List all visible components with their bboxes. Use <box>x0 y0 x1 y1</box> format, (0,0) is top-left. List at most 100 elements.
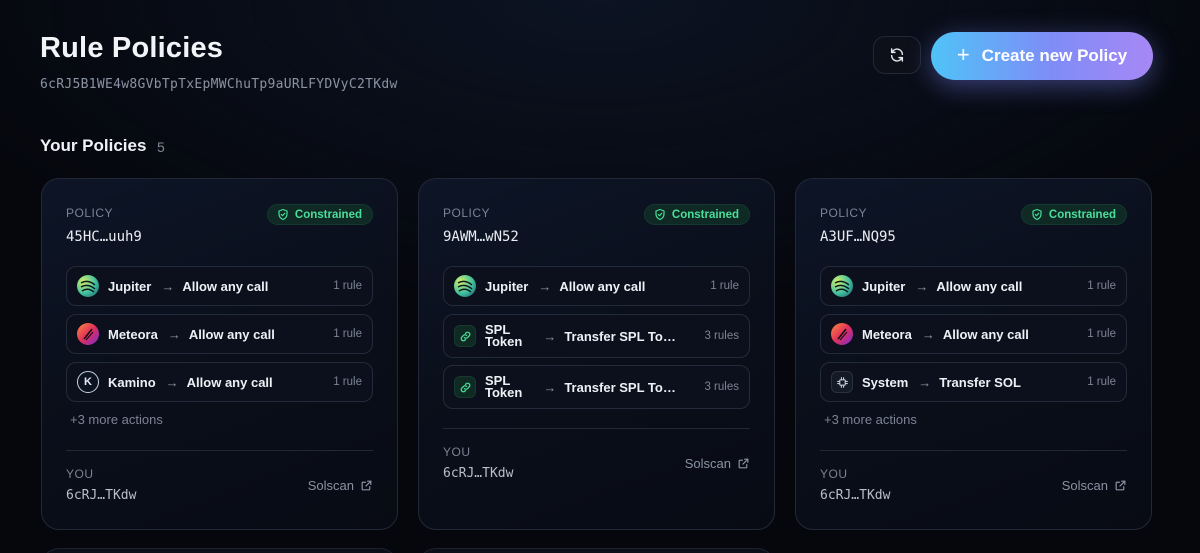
policy-action-row[interactable]: Meteora → Allow any call 1 rule <box>820 314 1127 354</box>
policy-action-row[interactable]: Jupiter → Allow any call 1 rule <box>66 266 373 306</box>
arrow-right-icon: → <box>538 278 552 294</box>
chip-icon <box>831 371 853 393</box>
card-divider <box>443 428 750 429</box>
arrow-right-icon: → <box>165 374 179 390</box>
policy-action-row[interactable]: Meteora → Allow any call 1 rule <box>66 314 373 354</box>
more-actions-link[interactable]: +3 more actions <box>70 412 163 427</box>
policy-action-row[interactable]: K Kamino → Allow any call 1 rule <box>66 362 373 402</box>
policy-card-partial[interactable] <box>418 548 775 553</box>
owner-id: 6cRJ…TKdw <box>66 488 137 503</box>
rule-count: 1 rule <box>333 376 362 388</box>
owner-id: 6cRJ…TKdw <box>820 488 891 503</box>
solscan-label: Solscan <box>307 478 354 493</box>
wallet-address: 6cRJ5B1WE4w8GVbTpTxEpMWChuTp9aURLFYDVyC2… <box>40 77 398 92</box>
arrow-right-icon: → <box>543 328 557 344</box>
meteora-icon <box>77 323 99 345</box>
arrow-right-icon: → <box>915 278 929 294</box>
external-link-icon <box>738 458 749 469</box>
program-name: Jupiter <box>485 278 529 294</box>
rule-count: 3 rules <box>704 381 739 393</box>
program-name: Meteora <box>108 326 158 342</box>
action-name: Transfer SPL Tok… <box>564 328 683 344</box>
link-icon <box>454 376 476 398</box>
program-name: SPL Token <box>485 374 523 400</box>
kamino-icon: K <box>77 371 99 393</box>
rule-count: 1 rule <box>1087 328 1116 340</box>
action-name: Allow any call <box>559 278 646 294</box>
arrow-right-icon: → <box>918 374 932 390</box>
action-name: Allow any call <box>188 326 275 342</box>
shield-check-icon <box>278 208 288 221</box>
refresh-icon <box>890 48 904 62</box>
rule-count: 3 rules <box>704 330 739 342</box>
action-name: Transfer SOL <box>939 374 1021 390</box>
rule-count: 1 rule <box>333 328 362 340</box>
owner-id: 6cRJ…TKdw <box>443 466 514 481</box>
status-badge-label: Constrained <box>294 208 362 221</box>
status-badge: Constrained <box>1020 204 1127 225</box>
policy-count: 5 <box>157 139 165 155</box>
policy-card-partial[interactable] <box>41 548 398 553</box>
more-actions-link[interactable]: +3 more actions <box>824 412 917 427</box>
policy-label: POLICY <box>443 206 491 220</box>
create-policy-label: Create new Policy <box>981 46 1128 65</box>
owner-label: YOU <box>443 445 471 459</box>
status-badge: Constrained <box>266 204 373 225</box>
policy-action-row[interactable]: SPL Token → Transfer SPL Tok… 3 rules <box>443 314 750 358</box>
action-name: Allow any call <box>942 326 1029 342</box>
program-name: Meteora <box>862 326 912 342</box>
solscan-link[interactable]: Solscan <box>685 456 750 471</box>
page-title: Rule Policies <box>40 32 224 64</box>
plus-icon: + <box>956 42 970 67</box>
policy-action-row[interactable]: Jupiter → Allow any call 1 rule <box>820 266 1127 306</box>
arrow-right-icon: → <box>167 326 181 342</box>
program-name: Jupiter <box>108 278 152 294</box>
policy-action-row[interactable]: System → Transfer SOL 1 rule <box>820 362 1127 402</box>
meteora-icon <box>831 323 853 345</box>
policy-label: POLICY <box>820 206 868 220</box>
status-badge-label: Constrained <box>1048 208 1116 221</box>
rule-count: 1 rule <box>1087 280 1116 292</box>
program-name: SPL Token <box>485 323 523 349</box>
jupiter-icon <box>77 275 99 297</box>
action-name: Allow any call <box>182 278 269 294</box>
solscan-link[interactable]: Solscan <box>308 478 373 493</box>
solscan-label: Solscan <box>1061 478 1108 493</box>
policy-card[interactable]: POLICY 9AWM…wN52 Constrained Jupiter → A… <box>418 178 775 530</box>
shield-check-icon <box>655 208 665 221</box>
policy-card[interactable]: POLICY 45HC…uuh9 Constrained Jupiter → A… <box>41 178 398 530</box>
action-name: Allow any call <box>936 278 1023 294</box>
solscan-link[interactable]: Solscan <box>1062 478 1127 493</box>
program-name-line2: Token <box>485 334 523 349</box>
program-name-line2: Token <box>485 385 523 400</box>
rule-count: 1 rule <box>710 280 739 292</box>
section-title: Your Policies <box>40 136 147 155</box>
arrow-right-icon: → <box>543 379 557 395</box>
jupiter-icon <box>831 275 853 297</box>
owner-label: YOU <box>820 467 848 481</box>
policy-action-row[interactable]: Jupiter → Allow any call 1 rule <box>443 266 750 306</box>
rule-count: 1 rule <box>1087 376 1116 388</box>
shield-check-icon <box>1032 208 1042 221</box>
external-link-icon <box>361 480 372 491</box>
create-policy-button[interactable]: + Create new Policy <box>931 32 1153 80</box>
policy-action-row[interactable]: SPL Token → Transfer SPL Tok… 3 rules <box>443 365 750 409</box>
program-name: System <box>862 374 909 390</box>
policy-id: A3UF…NQ95 <box>820 229 896 245</box>
status-badge-label: Constrained <box>671 208 739 221</box>
card-divider <box>66 450 373 451</box>
policy-id: 45HC…uuh9 <box>66 229 142 245</box>
arrow-right-icon: → <box>921 326 935 342</box>
card-divider <box>820 450 1127 451</box>
refresh-button[interactable] <box>873 36 921 74</box>
link-icon <box>454 325 476 347</box>
action-name: Allow any call <box>186 374 273 390</box>
program-name: Jupiter <box>862 278 906 294</box>
program-name: Kamino <box>108 374 156 390</box>
external-link-icon <box>1115 480 1126 491</box>
policy-card[interactable]: POLICY A3UF…NQ95 Constrained Jupiter → A… <box>795 178 1152 530</box>
solscan-label: Solscan <box>684 456 731 471</box>
status-badge: Constrained <box>643 204 750 225</box>
policy-id: 9AWM…wN52 <box>443 229 519 245</box>
arrow-right-icon: → <box>161 278 175 294</box>
